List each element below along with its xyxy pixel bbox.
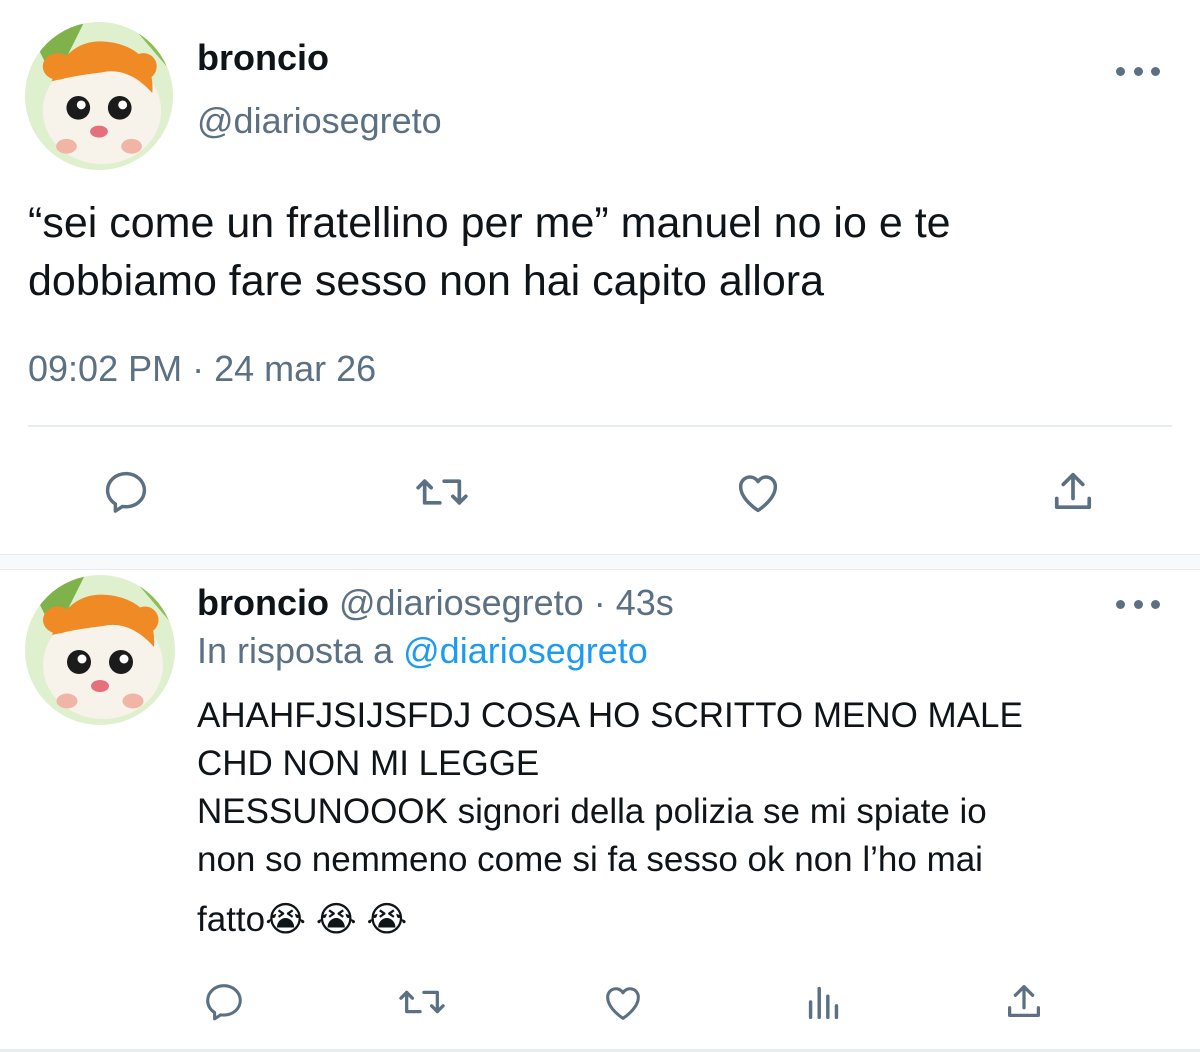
display-name[interactable]: broncio — [197, 582, 329, 623]
share-button[interactable] — [997, 975, 1051, 1029]
divider — [28, 425, 1172, 427]
handle[interactable]: @diariosegreto — [197, 101, 442, 141]
section-separator — [0, 554, 1200, 570]
share-button[interactable] — [1043, 462, 1103, 522]
retweet-button[interactable] — [410, 462, 474, 522]
in-reply-to: In risposta a @diariosegreto — [197, 631, 648, 671]
handle[interactable]: @diariosegreto — [339, 582, 584, 623]
avatar-hamster-image — [25, 575, 175, 725]
like-button[interactable] — [596, 975, 650, 1029]
in-reply-handle-link[interactable]: @diariosegreto — [403, 630, 648, 671]
crying-emoji: 😭 — [366, 900, 408, 939]
analytics-button[interactable] — [797, 975, 851, 1029]
crying-emoji: 😭 — [265, 900, 307, 939]
like-icon — [606, 987, 640, 1020]
tweet-text-line: fatto — [197, 900, 266, 939]
retweet-button[interactable] — [393, 975, 451, 1029]
retweet-icon — [416, 479, 468, 505]
reply-button[interactable] — [197, 975, 251, 1029]
retweet-icon — [399, 990, 445, 1014]
like-button[interactable] — [727, 462, 789, 522]
tweet-text-line: non so nemmeno come si fa sesso ok non l… — [197, 840, 983, 879]
more-options-icon[interactable] — [1116, 597, 1160, 611]
reply-button[interactable] — [96, 462, 156, 522]
share-icon — [1054, 472, 1092, 510]
tweet-text: AHAHFJSIJSFDJ COSA HO SCRITTO MENO MALE … — [197, 692, 1023, 944]
tweet-text-line: CHD NON MI LEGGE — [197, 744, 540, 783]
avatar[interactable] — [25, 22, 173, 170]
in-reply-prefix: In risposta a — [197, 630, 394, 671]
tweet-text-line: dobbiamo fare sesso non hai capito allor… — [28, 257, 825, 305]
tweet-text-last-line: fatto😭 😭 😭 — [197, 896, 1023, 944]
avatar-hamster-image — [25, 22, 173, 170]
like-icon — [738, 475, 778, 513]
reply-icon — [206, 984, 242, 1021]
timestamp[interactable]: 09:02 PM · 24 mar 26 — [28, 349, 376, 389]
reply-header: broncio @diariosegreto · 43s — [197, 583, 674, 623]
avatar[interactable] — [25, 575, 175, 725]
relative-time[interactable]: 43s — [616, 582, 674, 623]
analytics-icon — [808, 986, 839, 1020]
display-name[interactable]: broncio — [197, 38, 329, 78]
tweet-text-line: “sei come un fratellino per me” manuel n… — [28, 199, 951, 247]
tweet-text-line: AHAHFJSIJSFDJ COSA HO SCRITTO MENO MALE — [197, 696, 1023, 735]
tweet-text: “sei come un fratellino per me” manuel n… — [28, 194, 951, 310]
tweet-text-line: NESSUNOOOK signori della polizia se mi s… — [197, 792, 987, 831]
share-icon — [1007, 985, 1041, 1018]
separator: · — [593, 582, 606, 623]
reply-icon — [105, 471, 147, 513]
more-options-icon[interactable] — [1116, 64, 1160, 78]
crying-emoji: 😭 — [315, 900, 357, 939]
